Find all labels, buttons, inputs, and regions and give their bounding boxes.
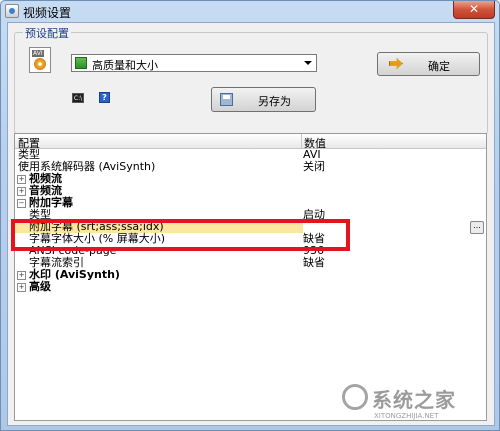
grid-group-video-stream[interactable]: + 视频流 bbox=[15, 173, 486, 185]
avi-file-icon-tag: AVI bbox=[32, 50, 44, 57]
grid-group-subtitles[interactable]: − 附加字幕 bbox=[15, 197, 486, 209]
row-value: 关闭 bbox=[303, 160, 325, 173]
watermark-url: XITONGZHIJIA.NET bbox=[374, 412, 439, 420]
preset-dropdown[interactable]: 高质量和大小 bbox=[71, 54, 317, 72]
chevron-down-icon[interactable] bbox=[304, 61, 312, 65]
grid-group-audio-stream[interactable]: + 音频流 bbox=[15, 185, 486, 197]
avi-file-icon: AVI bbox=[29, 47, 51, 73]
preset-group: 预设配置 AVI 高质量和大小 确定 C:\ ? 另存为 bbox=[14, 25, 488, 134]
grid-header: 配置 数值 bbox=[15, 134, 486, 150]
watermark-text: 系统之家 bbox=[372, 388, 456, 412]
expand-icon[interactable]: + bbox=[17, 187, 26, 196]
expand-icon[interactable]: + bbox=[17, 283, 26, 292]
ok-button-label: 确定 bbox=[428, 60, 450, 73]
grid-group-advanced[interactable]: + 高级 bbox=[15, 281, 486, 293]
command-line-icon[interactable]: C:\ bbox=[72, 93, 84, 103]
video-settings-window: 视频设置 ✕ 预设配置 AVI 高质量和大小 确定 C:\ ? 另存为 配置 数… bbox=[0, 0, 500, 431]
row-name: 高级 bbox=[29, 280, 51, 293]
preset-quality-icon bbox=[75, 57, 87, 69]
save-as-button[interactable]: 另存为 bbox=[211, 87, 316, 112]
preset-group-label: 预设配置 bbox=[23, 25, 71, 41]
column-divider[interactable] bbox=[301, 134, 302, 148]
save-as-button-label: 另存为 bbox=[258, 95, 291, 108]
row-value: 缺省 bbox=[303, 256, 325, 269]
preset-dropdown-value: 高质量和大小 bbox=[92, 59, 158, 72]
property-grid[interactable]: 配置 数值 类型 AVI 使用系统解码器 (AviSynth) 关闭 + 视频流… bbox=[14, 133, 487, 421]
window-title: 视频设置 bbox=[23, 6, 72, 20]
close-button[interactable]: ✕ bbox=[453, 1, 495, 19]
help-icon[interactable]: ? bbox=[99, 92, 110, 103]
watermark-logo-icon bbox=[342, 384, 368, 410]
app-icon bbox=[5, 4, 19, 18]
collapse-icon[interactable]: − bbox=[17, 199, 26, 208]
ok-button[interactable]: 确定 bbox=[377, 52, 480, 76]
save-disk-icon bbox=[220, 93, 233, 106]
title-bar[interactable]: 视频设置 ✕ bbox=[1, 1, 499, 22]
red-highlight-annotation bbox=[11, 219, 350, 251]
disc-icon bbox=[34, 58, 46, 70]
expand-icon[interactable]: + bbox=[17, 271, 26, 280]
arrow-right-icon bbox=[389, 58, 403, 69]
expand-icon[interactable]: + bbox=[17, 175, 26, 184]
grid-group-watermark[interactable]: + 水印 (AviSynth) bbox=[15, 269, 486, 281]
site-watermark: 系统之家 XITONGZHIJIA.NET bbox=[340, 380, 495, 426]
grid-row-system-decoder[interactable]: 使用系统解码器 (AviSynth) 关闭 bbox=[15, 161, 486, 173]
